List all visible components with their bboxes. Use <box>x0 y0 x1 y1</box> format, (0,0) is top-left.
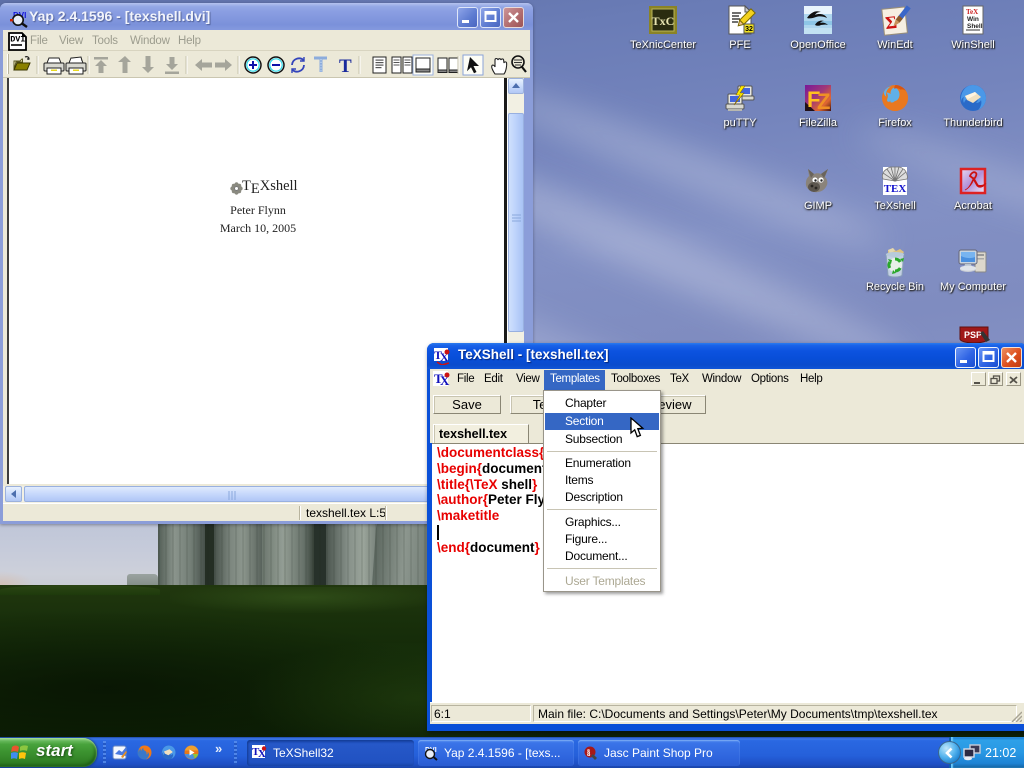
svg-text:32: 32 <box>745 26 753 33</box>
svg-text:TxC: TxC <box>652 14 675 28</box>
svg-text:TeX: TeX <box>966 8 978 16</box>
svg-text:Shell: Shell <box>967 23 983 30</box>
svg-text:Win: Win <box>967 16 979 23</box>
svg-text:PSP: PSP <box>964 330 982 340</box>
svg-text:TEX: TEX <box>884 183 907 195</box>
svg-text:T: T <box>339 56 352 77</box>
svg-text:Z: Z <box>817 89 830 114</box>
